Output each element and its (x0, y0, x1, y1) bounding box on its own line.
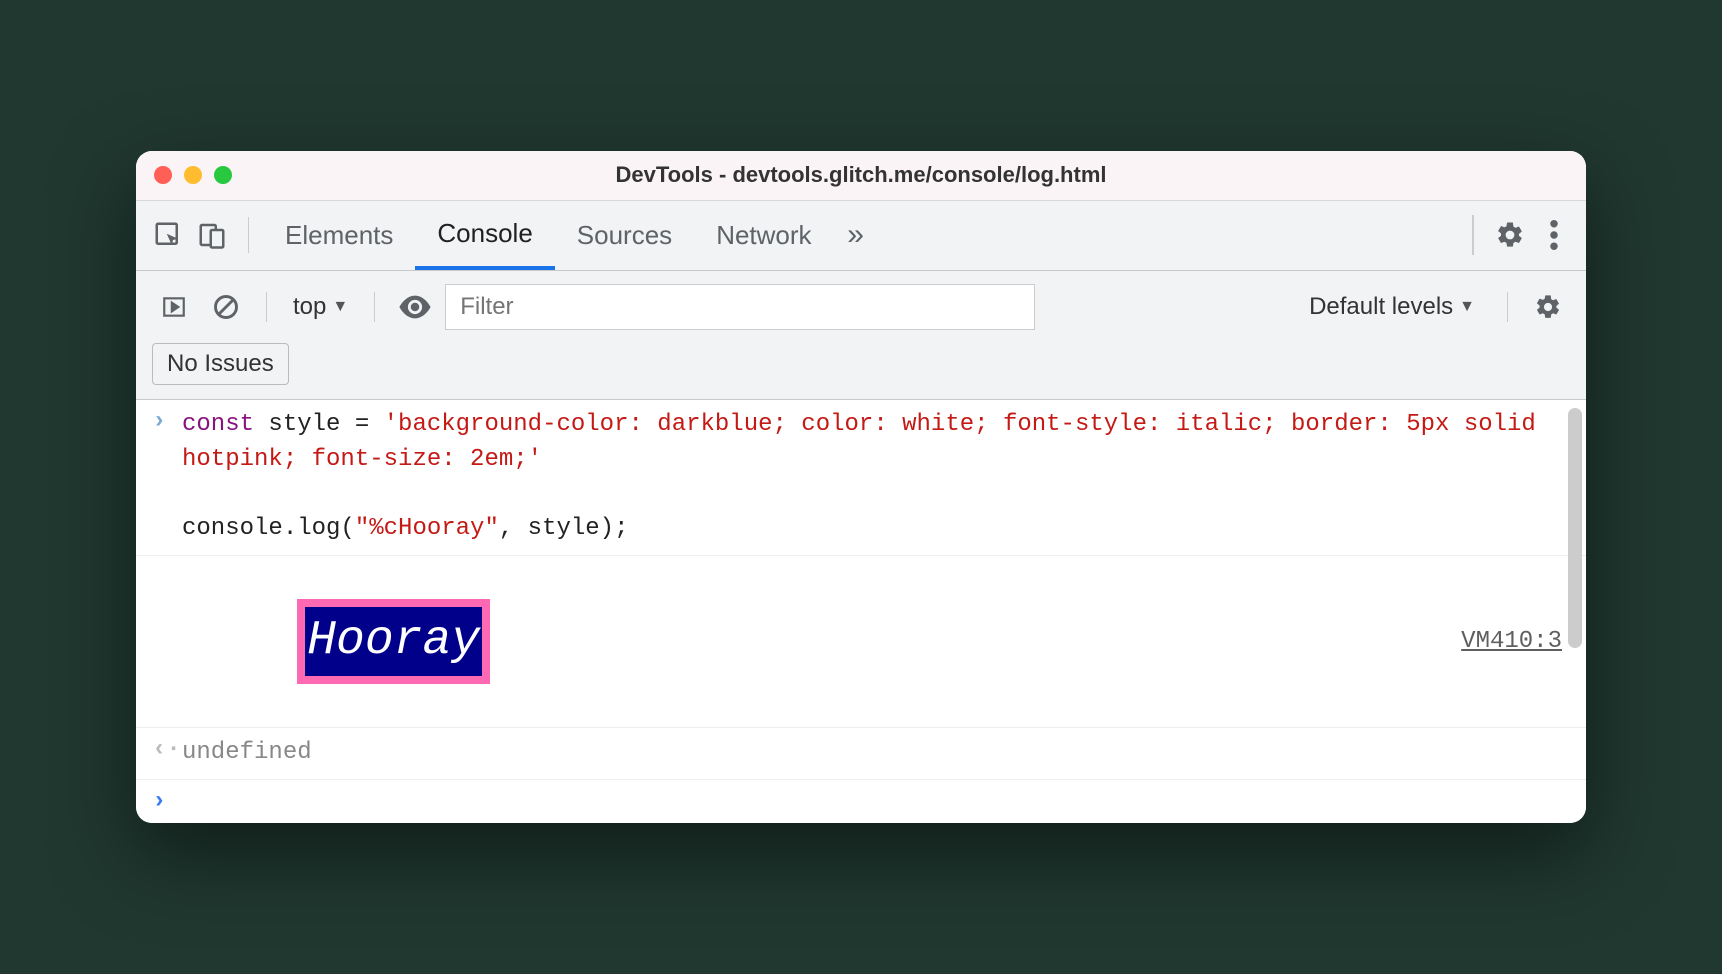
minimize-icon[interactable] (184, 166, 202, 184)
tab-console[interactable]: Console (415, 201, 554, 270)
console-log-row: Hooray VM410:3 (136, 556, 1586, 728)
devtools-window: DevTools - devtools.glitch.me/console/lo… (136, 151, 1586, 823)
console-output: › const style = 'background-color: darkb… (136, 400, 1586, 823)
issues-button[interactable]: No Issues (152, 343, 289, 385)
console-return-row: ‹· undefined (136, 728, 1586, 780)
panel-tabbar: Elements Console Sources Network » (136, 201, 1586, 271)
scrollbar[interactable] (1568, 408, 1582, 648)
separator (1472, 215, 1474, 255)
input-prompt-icon: › (152, 408, 182, 435)
tab-elements[interactable]: Elements (263, 201, 415, 270)
separator (248, 217, 249, 253)
input-prompt-icon: › (152, 788, 182, 815)
separator (266, 292, 267, 322)
source-link[interactable]: VM410:3 (1441, 628, 1562, 655)
context-selector[interactable]: top ▼ (285, 293, 356, 321)
separator (374, 292, 375, 322)
levels-label: Default levels (1309, 293, 1453, 321)
titlebar: DevTools - devtools.glitch.me/console/lo… (136, 151, 1586, 201)
console-input-code[interactable]: const style = 'background-color: darkblu… (182, 408, 1562, 547)
kebab-menu-icon[interactable] (1532, 213, 1576, 257)
log-levels-selector[interactable]: Default levels ▼ (1309, 293, 1475, 321)
context-label: top (293, 293, 326, 321)
console-prompt-row[interactable]: › (136, 780, 1586, 823)
return-value: undefined (182, 736, 1562, 771)
window-controls (154, 166, 232, 184)
more-tabs-icon[interactable]: » (834, 213, 878, 257)
console-toolbar: top ▼ Default levels ▼ No Issues (136, 271, 1586, 400)
window-title: DevTools - devtools.glitch.me/console/lo… (616, 162, 1107, 188)
settings-icon[interactable] (1488, 213, 1532, 257)
tab-sources[interactable]: Sources (555, 201, 694, 270)
tab-network[interactable]: Network (694, 201, 833, 270)
filter-input[interactable] (445, 284, 1035, 330)
live-expression-icon[interactable] (393, 285, 437, 329)
console-input-row: › const style = 'background-color: darkb… (136, 400, 1586, 556)
console-settings-icon[interactable] (1526, 285, 1570, 329)
maximize-icon[interactable] (214, 166, 232, 184)
toggle-sidebar-icon[interactable] (152, 285, 196, 329)
device-toggle-icon[interactable] (190, 213, 234, 257)
chevron-down-icon: ▼ (1459, 298, 1475, 316)
clear-console-icon[interactable] (204, 285, 248, 329)
return-icon: ‹· (152, 736, 182, 763)
separator (1507, 292, 1508, 322)
chevron-down-icon: ▼ (332, 298, 348, 316)
close-icon[interactable] (154, 166, 172, 184)
styled-log-output: Hooray (297, 599, 490, 685)
inspect-icon[interactable] (146, 213, 190, 257)
